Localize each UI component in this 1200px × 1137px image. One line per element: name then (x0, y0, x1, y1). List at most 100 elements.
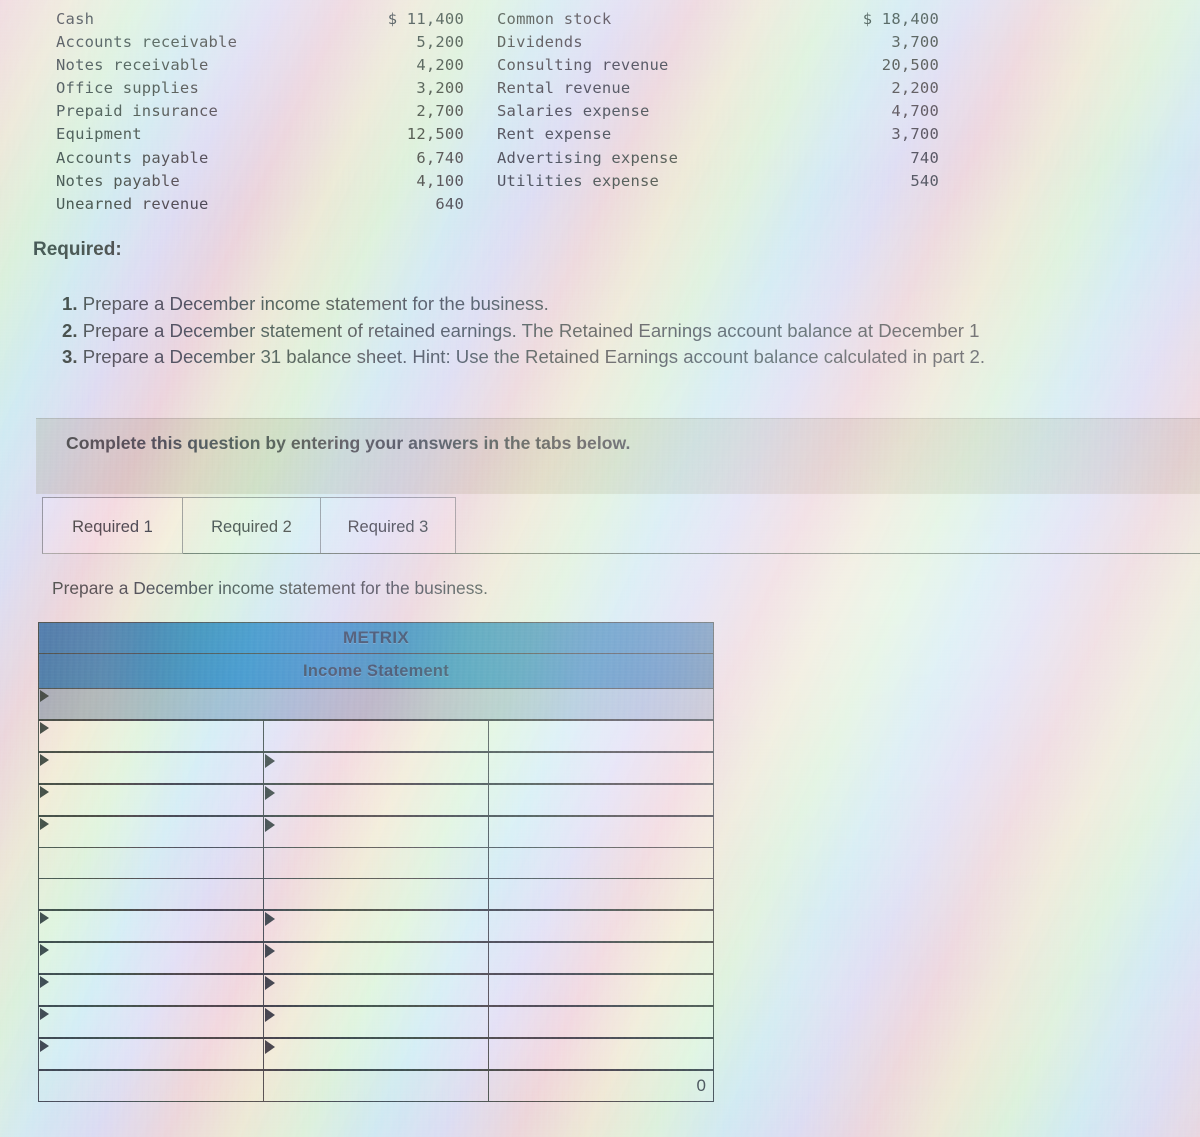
account-name: Cash (56, 10, 95, 28)
account-select-cell[interactable] (38, 719, 264, 753)
account-name: Utilities expense (497, 171, 660, 190)
required-item-number: 1. (62, 293, 78, 314)
subtotal-label-cell[interactable] (38, 847, 264, 879)
amount-cell-2[interactable] (488, 909, 714, 943)
table-row (38, 973, 714, 1007)
header-spacer-cell (38, 688, 714, 721)
table-row-subtotal (38, 847, 714, 879)
account-amount: 3,700 (891, 125, 939, 144)
amount-cell-2[interactable] (488, 973, 714, 1007)
amount-cell-2[interactable] (488, 751, 714, 785)
account-row: Accounts receivable 5,200 (56, 31, 476, 54)
account-amount: 6,740 (416, 148, 464, 167)
account-name: Prepaid insurance (56, 102, 219, 121)
tab-required-2[interactable]: Required 2 (182, 497, 321, 554)
account-row: Utilities expense 540 (497, 170, 947, 193)
amount-cell-1[interactable] (263, 941, 489, 975)
required-item-number: 3. (62, 346, 78, 367)
account-row: Office supplies 3,200 (56, 77, 476, 100)
amount-cell-2[interactable] (488, 783, 714, 817)
account-amount: 2,200 (891, 79, 939, 98)
account-select-cell[interactable] (38, 909, 264, 943)
account-row: Notes receivable 4,200 (56, 54, 476, 77)
amount-cell-1[interactable] (263, 783, 489, 817)
account-name: Consulting revenue (497, 56, 669, 75)
amount-cell-1[interactable] (263, 1037, 489, 1071)
dropdown-triangle-icon (40, 976, 49, 988)
account-row: Dividends 3,700 (497, 31, 947, 54)
account-amount: 740 (910, 148, 939, 167)
dropdown-triangle-icon (265, 754, 275, 768)
blank-cell-2[interactable] (488, 878, 714, 911)
account-row: Unearned revenue 640 (56, 193, 476, 216)
account-select-cell[interactable] (38, 815, 264, 848)
dropdown-triangle-icon (40, 690, 49, 702)
account-name: Salaries expense (497, 102, 650, 121)
amount-cell-1[interactable] (263, 1005, 489, 1039)
amount-cell-1[interactable] (263, 719, 489, 753)
blank-cell-1[interactable] (263, 878, 489, 911)
account-amount: 4,100 (416, 171, 464, 190)
dropdown-triangle-icon (265, 944, 275, 958)
table-row-title: Income Statement (38, 653, 714, 689)
account-select-cell[interactable] (38, 973, 264, 1007)
account-select-cell[interactable] (38, 783, 264, 817)
account-row: Accounts payable 6,740 (56, 147, 476, 170)
account-select-cell[interactable] (38, 941, 264, 975)
account-row: Common stock $ 18,400 (497, 8, 947, 31)
account-amount: 5,200 (416, 33, 464, 52)
statement-title-cell: Income Statement (38, 653, 714, 689)
blank-label-cell[interactable] (38, 878, 264, 911)
account-row: Notes payable 4,100 (56, 170, 476, 193)
account-amount: 12,500 (406, 125, 464, 144)
dropdown-triangle-icon (40, 786, 49, 798)
dropdown-triangle-icon (265, 1008, 275, 1022)
account-row: Cash $ 11,400 (56, 8, 476, 31)
amount-cell-1[interactable] (263, 815, 489, 848)
amount-cell-2[interactable] (488, 815, 714, 848)
account-name: Accounts receivable (56, 33, 238, 52)
account-amount: 2,700 (416, 102, 464, 121)
tab-underline (42, 553, 1200, 554)
account-name: Dividends (497, 33, 583, 52)
table-row-company: METRIX (38, 622, 714, 654)
account-row: Advertising expense 740 (497, 147, 947, 170)
account-amount: $ 11,400 (387, 10, 464, 28)
amount-cell-2[interactable] (488, 941, 714, 975)
dropdown-triangle-icon (40, 818, 49, 830)
account-row: Rent expense 3,700 (497, 123, 947, 146)
amount-cell-2[interactable] (488, 1005, 714, 1039)
tab-required-3[interactable]: Required 3 (320, 497, 456, 554)
amount-cell-1[interactable] (263, 909, 489, 943)
table-row (38, 719, 714, 753)
amount-cell-1[interactable] (263, 751, 489, 785)
amount-cell-2[interactable] (488, 1037, 714, 1071)
account-amount: 20,500 (881, 56, 939, 75)
account-row: Rental revenue 2,200 (497, 77, 947, 100)
requirement-tabs: Required 1 Required 2 Required 3 (42, 497, 1200, 554)
account-name: Notes receivable (56, 56, 209, 75)
amount-cell-2[interactable] (488, 719, 714, 753)
required-item-text: Prepare a December statement of retained… (82, 319, 980, 341)
account-name: Rent expense (497, 125, 612, 144)
required-item-text: Prepare a December 31 balance sheet. Hin… (82, 346, 986, 367)
table-row-header-spacer (38, 688, 714, 721)
required-item: 3. Prepare a December 31 balance sheet. … (62, 344, 1200, 371)
income-statement-table: METRIX Income Statement 0 (38, 622, 714, 1102)
account-name: Rental revenue (497, 79, 631, 98)
subtotal-cell-1[interactable] (263, 847, 489, 879)
account-select-cell[interactable] (38, 751, 264, 785)
tab-required-1[interactable]: Required 1 (42, 497, 183, 554)
dropdown-triangle-icon (40, 722, 49, 734)
subtotal-cell-2[interactable] (488, 847, 714, 879)
account-select-cell[interactable] (38, 1005, 264, 1039)
account-amount: 3,200 (416, 79, 464, 98)
dropdown-triangle-icon (265, 912, 275, 926)
account-row: Consulting revenue 20,500 (497, 54, 947, 77)
amount-cell-1[interactable] (263, 973, 489, 1007)
account-row: Salaries expense 4,700 (497, 100, 947, 123)
dropdown-triangle-icon (265, 786, 275, 800)
instruction-banner-text: Complete this question by entering your … (66, 433, 631, 453)
account-select-cell[interactable] (38, 1037, 264, 1071)
dropdown-triangle-icon (265, 818, 275, 832)
